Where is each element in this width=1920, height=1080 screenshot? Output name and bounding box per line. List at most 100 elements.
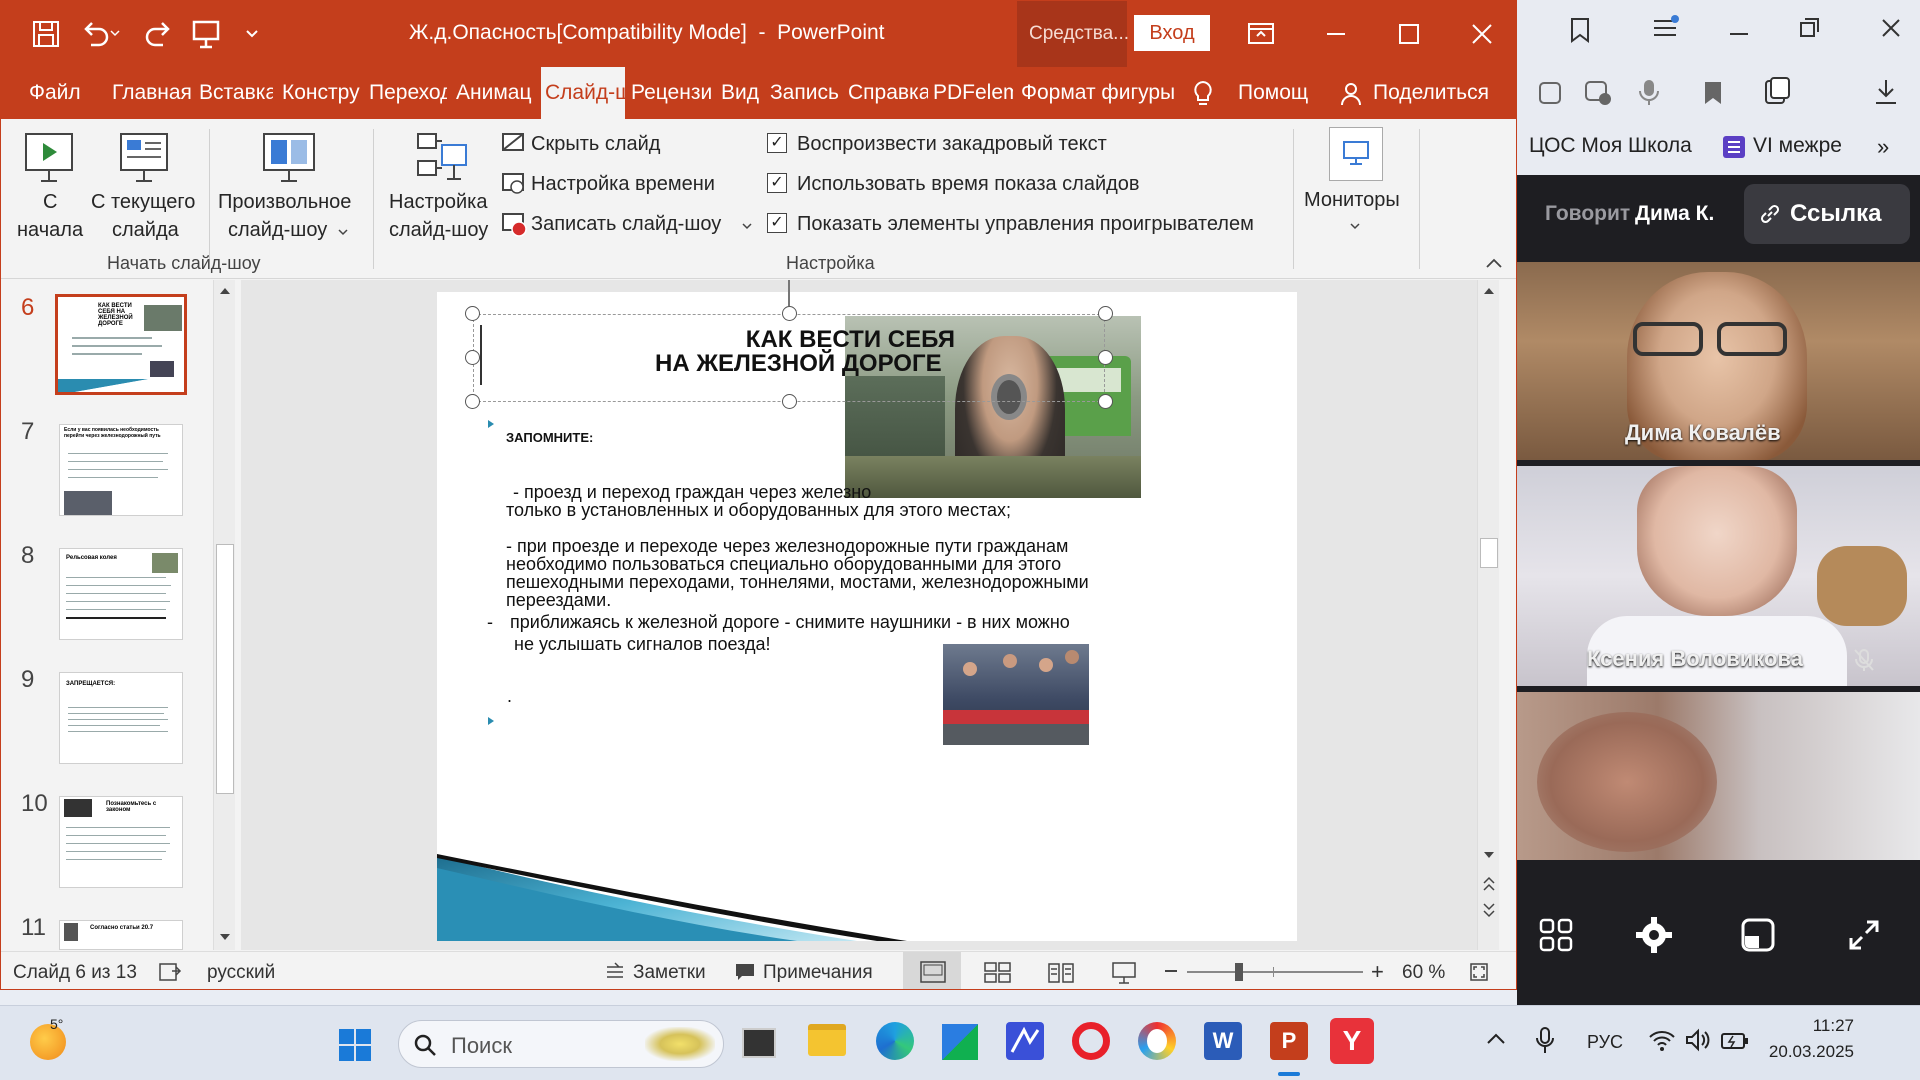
chevron-down-icon[interactable] [741, 221, 753, 231]
rule-3-dash[interactable]: - [487, 612, 493, 633]
start-icon[interactable] [338, 1028, 372, 1062]
tab-help[interactable]: Справка [848, 77, 928, 109]
scroll-thumb[interactable] [216, 544, 234, 794]
tab-animations[interactable]: Анимац [456, 77, 534, 109]
search-box[interactable]: Поиск [398, 1020, 724, 1068]
video-tile-2[interactable]: Ксения Воловикова [1517, 466, 1920, 686]
use-timings-checkbox[interactable]: ✓ [767, 173, 787, 193]
custom-slideshow-icon[interactable] [261, 131, 319, 185]
resize-handle[interactable] [465, 306, 480, 321]
fit-to-window-icon[interactable] [1468, 961, 1490, 983]
tab-view[interactable]: Вид [721, 77, 759, 109]
from-current-label-2[interactable]: слайда [112, 219, 179, 242]
slide-thumbnail-10[interactable]: Познакомьтесь с законом [59, 796, 183, 888]
opera-icon[interactable] [1072, 1022, 1110, 1060]
from-beginning-icon[interactable] [23, 131, 77, 185]
tab-tell-me[interactable]: Помощ [1238, 77, 1312, 109]
resize-handle[interactable] [465, 350, 480, 365]
tab-insert[interactable]: Вставка [199, 77, 273, 109]
language-indicator[interactable]: русский [207, 962, 275, 984]
record-label[interactable]: Записать слайд-шоу [531, 213, 721, 236]
scroll-up-icon[interactable] [1482, 286, 1496, 296]
tab-record[interactable]: Запись [770, 77, 839, 109]
close-icon[interactable] [1877, 14, 1905, 42]
custom-slideshow-label-1[interactable]: Произвольное [218, 191, 351, 214]
collections-icon[interactable] [1567, 16, 1593, 44]
task-view-icon[interactable] [742, 1028, 776, 1058]
rule-3-line-1[interactable]: приближаясь к железной дороге - снимите … [510, 612, 1070, 633]
more-bookmarks-icon[interactable]: » [1877, 134, 1889, 160]
screenshot-icon[interactable] [1537, 80, 1563, 106]
rehearse-timings-label[interactable]: Настройка времени [531, 173, 715, 196]
previous-slide-icon[interactable] [1482, 876, 1496, 892]
show-hidden-icons-icon[interactable] [1486, 1032, 1506, 1046]
ribbon-display-icon[interactable] [1246, 19, 1276, 49]
tab-slideshow[interactable]: Слайд-ш [541, 67, 625, 119]
close-icon[interactable] [1467, 19, 1497, 49]
resize-handle[interactable] [1098, 306, 1113, 321]
bookmark-list-icon[interactable] [1723, 136, 1745, 158]
signin-button[interactable]: Вход [1134, 15, 1210, 51]
video-tile-1[interactable]: Дима Ковалёв [1517, 262, 1920, 460]
chevron-down-icon[interactable] [1349, 221, 1361, 231]
extensions-icon[interactable] [1583, 76, 1613, 106]
tab-transitions[interactable]: Переход [369, 77, 447, 109]
tab-file[interactable]: Файл [29, 77, 81, 109]
bookmark-icon[interactable] [1703, 80, 1723, 106]
undo-icon[interactable] [81, 19, 121, 49]
tab-review[interactable]: Рецензи [631, 77, 711, 109]
slide-title-line-2[interactable]: НА ЖЕЛЕЗНОЙ ДОРОГЕ [655, 350, 942, 378]
slide-canvas[interactable]: КАК ВЕСТИ СЕБЯ НА ЖЕЛЕЗНОЙ ДОРОГЕ ЗАПОМН… [437, 280, 1297, 941]
customize-quick-access-icon[interactable] [245, 27, 259, 39]
from-current-icon[interactable] [118, 131, 172, 185]
from-current-label-1[interactable]: С текущего [91, 191, 195, 214]
scroll-down-icon[interactable] [218, 932, 232, 942]
slideshow-view-icon[interactable] [1111, 961, 1137, 985]
crowd-platform-photo[interactable] [943, 644, 1089, 745]
clock-time[interactable]: 11:27 [1780, 1016, 1854, 1036]
monitors-label[interactable]: Мониторы [1304, 189, 1400, 212]
clock-date[interactable]: 20.03.2025 [1768, 1042, 1854, 1062]
next-slide-icon[interactable] [1482, 902, 1496, 918]
video-tile-3[interactable] [1517, 692, 1920, 860]
resize-handle[interactable] [1098, 394, 1113, 409]
notes-button[interactable]: Заметки [633, 962, 706, 984]
collapse-ribbon-icon[interactable] [1485, 257, 1503, 269]
tab-pdfelement[interactable]: PDFelem [933, 77, 1013, 109]
monitors-icon[interactable] [1329, 127, 1383, 181]
zoom-level[interactable]: 60 % [1402, 962, 1445, 984]
bookmark-vi[interactable]: VI межре [1753, 134, 1853, 158]
microphone-icon[interactable] [1534, 1026, 1556, 1056]
resize-handle[interactable] [782, 306, 797, 321]
rule-3-line-2[interactable]: не услышать сигналов поезда! [514, 634, 770, 655]
yandex-browser-icon[interactable] [1138, 1022, 1176, 1060]
wifi-icon[interactable] [1648, 1028, 1676, 1052]
remember-label[interactable]: ЗАПОМНИТЕ: [506, 430, 593, 445]
accessibility-icon[interactable] [158, 961, 182, 983]
input-language[interactable]: РУС [1587, 1032, 1623, 1053]
share-button[interactable]: Поделиться [1373, 77, 1489, 109]
grid-view-icon[interactable] [1539, 918, 1573, 952]
comments-button[interactable]: Примечания [763, 962, 873, 984]
scroll-up-icon[interactable] [218, 286, 232, 296]
resize-handle[interactable] [1098, 350, 1113, 365]
maximize-icon[interactable] [1394, 19, 1424, 49]
save-icon[interactable] [31, 19, 61, 49]
record-icon[interactable] [501, 211, 529, 239]
slide-thumbnail-11[interactable]: Согласно статьи 20.7 [59, 920, 183, 950]
normal-view-button[interactable] [903, 952, 961, 989]
custom-slideshow-label-2[interactable]: слайд-шоу [228, 219, 327, 242]
from-beginning-label-2[interactable]: начала [17, 219, 83, 242]
comments-icon[interactable] [734, 962, 756, 982]
rule-1-line-2[interactable]: только в установленных и оборудованных д… [506, 500, 1011, 521]
slide-thumbnail-8[interactable]: Рельсовая колея [59, 548, 183, 640]
redo-icon[interactable] [143, 19, 173, 49]
tab-shape-format[interactable]: Формат фигуры [1021, 77, 1175, 109]
play-narrations-checkbox[interactable]: ✓ [767, 133, 787, 153]
use-timings-label[interactable]: Использовать время показа слайдов [797, 173, 1140, 196]
rule-2-line-4[interactable]: переездами. [506, 590, 611, 611]
volume-icon[interactable] [1684, 1028, 1712, 1052]
present-icon[interactable] [191, 19, 221, 49]
slide-thumbnail-7[interactable]: Если у вас появилась необходимость перей… [59, 424, 183, 516]
edge-icon[interactable] [876, 1022, 914, 1060]
